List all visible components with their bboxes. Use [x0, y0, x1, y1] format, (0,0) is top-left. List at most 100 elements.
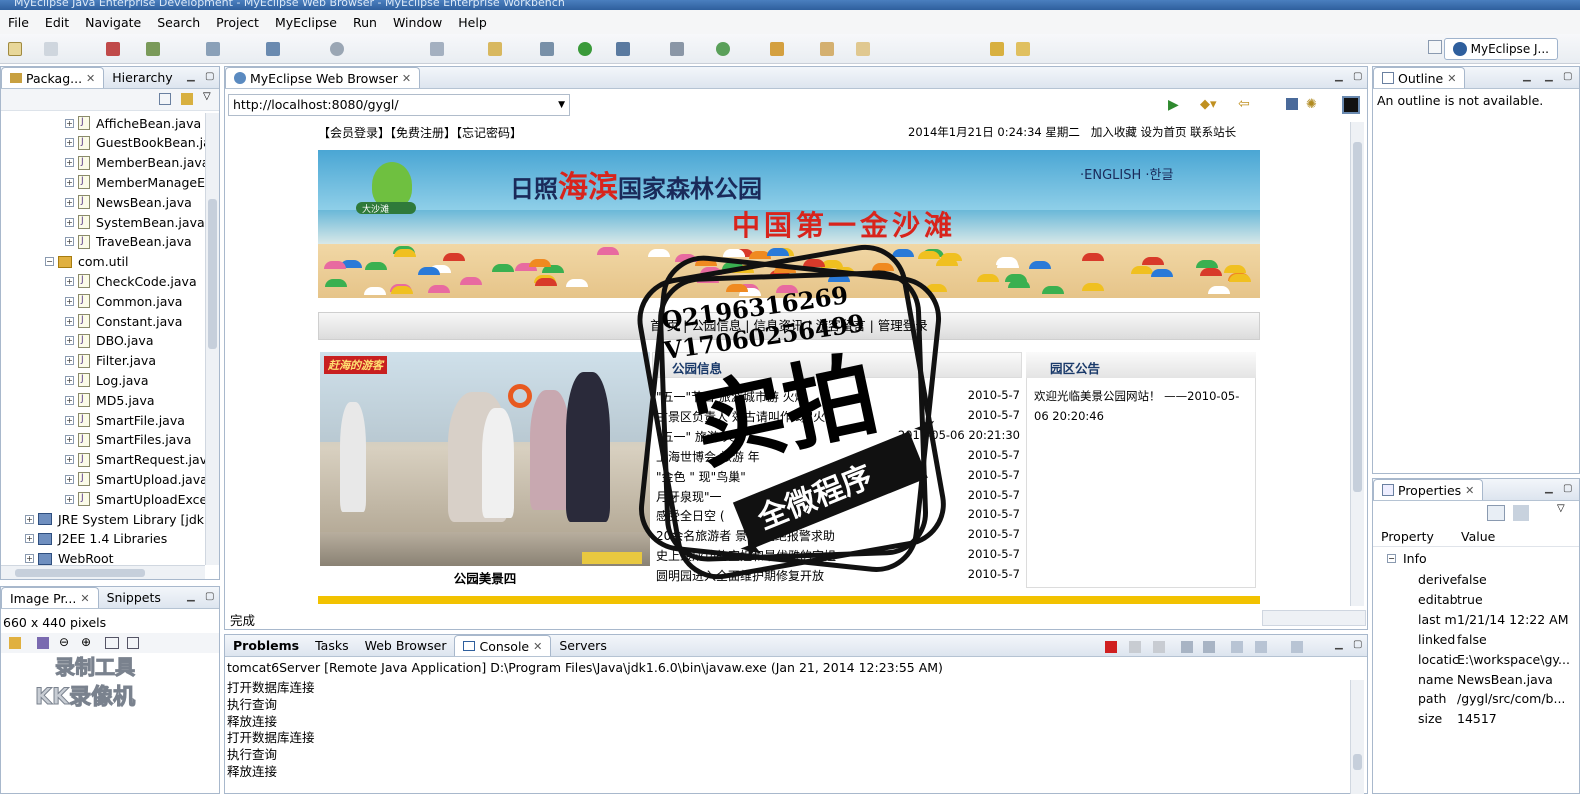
external-tools-icon[interactable]: [616, 42, 630, 56]
refresh-icon[interactable]: [716, 42, 730, 56]
zoom-out-icon[interactable]: ⊖: [59, 635, 69, 649]
tree-item[interactable]: + SmartFile.java: [65, 410, 185, 430]
go-icon[interactable]: ▶: [1168, 97, 1179, 113]
expand-icon[interactable]: +: [25, 514, 34, 524]
back-icon[interactable]: [990, 42, 1004, 56]
menu-myeclipse[interactable]: MyEclipse: [267, 15, 345, 30]
open-folder-icon[interactable]: [770, 42, 784, 56]
expand-icon[interactable]: +: [65, 237, 74, 247]
database-icon[interactable]: [266, 42, 280, 56]
close-icon[interactable]: ✕: [86, 72, 95, 85]
tree-item[interactable]: + MemberBean.java: [65, 153, 209, 173]
console-scrollbar[interactable]: [1350, 680, 1364, 794]
tree-item[interactable]: + J2EE 1.4 Libraries: [25, 529, 167, 549]
tree-item[interactable]: + SmartUploadExce: [65, 489, 207, 509]
close-icon[interactable]: ✕: [533, 640, 542, 653]
explorer-scrollbar[interactable]: [205, 113, 219, 565]
close-icon[interactable]: ✕: [1447, 72, 1456, 85]
run-icon[interactable]: [578, 42, 592, 56]
expand-icon[interactable]: +: [65, 415, 74, 425]
close-icon[interactable]: ✕: [402, 72, 411, 85]
forward-icon[interactable]: [1016, 42, 1030, 56]
build-icon[interactable]: [146, 42, 160, 56]
expand-icon[interactable]: +: [65, 118, 74, 128]
search-icon[interactable]: [670, 42, 684, 56]
maximize-icon[interactable]: ▢: [1353, 71, 1362, 82]
save-icon[interactable]: [44, 42, 58, 56]
tab-outline[interactable]: Outline ✕: [1373, 67, 1466, 88]
browser-icon[interactable]: [330, 42, 344, 56]
open-type-icon[interactable]: [430, 42, 444, 56]
property-row[interactable]: path/gygl/src/com/b...: [1418, 691, 1565, 706]
expand-icon[interactable]: +: [65, 316, 74, 326]
tree-item[interactable]: + Common.java: [65, 291, 182, 311]
expand-icon[interactable]: +: [65, 375, 74, 385]
expand-icon[interactable]: +: [25, 554, 34, 564]
tree-item[interactable]: + SmartRequest.jav: [65, 450, 207, 470]
maximize-icon[interactable]: ▢: [205, 71, 214, 82]
tree-item[interactable]: + JRE System Library [jdk1: [25, 509, 212, 529]
property-row[interactable]: derive false: [1418, 572, 1487, 587]
tree-item[interactable]: + Filter.java: [65, 351, 156, 371]
view-menu-icon[interactable]: ▽: [1557, 503, 1565, 514]
open-console-icon[interactable]: [1291, 641, 1303, 653]
new-class-icon[interactable]: [488, 42, 502, 56]
chevron-down-icon[interactable]: ▼: [558, 95, 565, 115]
property-row[interactable]: editab true: [1418, 592, 1483, 607]
minimize-icon[interactable]: ▁: [1523, 71, 1531, 82]
property-column-header[interactable]: Property: [1381, 529, 1434, 544]
tree-item[interactable]: + TraveBean.java: [65, 232, 192, 252]
deploy-icon[interactable]: [106, 42, 120, 56]
tab-package-explorer[interactable]: Packag... ✕: [1, 67, 105, 88]
collapse-icon[interactable]: −: [1387, 554, 1396, 563]
back-icon[interactable]: ◆▾: [1200, 97, 1217, 112]
close-icon[interactable]: ✕: [1465, 484, 1474, 497]
categories-icon[interactable]: [1487, 505, 1505, 521]
tab-web-browser-view[interactable]: Web Browser: [357, 635, 455, 656]
tree-item[interactable]: − com.util: [45, 252, 128, 272]
refresh-icon[interactable]: ✺: [1306, 97, 1317, 112]
pin-console-icon[interactable]: [1231, 641, 1243, 653]
tree-item[interactable]: + Log.java: [65, 370, 149, 390]
perspective-switcher[interactable]: MyEclipse J...: [1443, 38, 1558, 60]
tab-problems[interactable]: Problems: [225, 635, 307, 656]
tree-item[interactable]: + CheckCode.java: [65, 271, 197, 291]
remove-all-icon[interactable]: [1153, 641, 1165, 653]
tab-web-browser[interactable]: MyEclipse Web Browser ✕: [225, 67, 421, 88]
property-row[interactable]: last m 1/21/14 12:22 AM: [1418, 612, 1569, 627]
close-icon[interactable]: ✕: [80, 592, 89, 605]
clear-console-icon[interactable]: [1181, 641, 1193, 653]
explorer-hscrollbar[interactable]: [1, 565, 205, 579]
annotation-icon[interactable]: [856, 42, 870, 56]
fit-icon[interactable]: [37, 637, 49, 649]
remove-launch-icon[interactable]: [1129, 641, 1141, 653]
display-console-icon[interactable]: [1255, 641, 1267, 653]
tree-item[interactable]: + SmartFiles.java: [65, 430, 191, 450]
minimize-icon[interactable]: ▁: [1335, 639, 1343, 650]
tree-item[interactable]: + DBO.java: [65, 331, 153, 351]
minimize-icon[interactable]: ▁: [1335, 71, 1343, 82]
expand-icon[interactable]: −: [45, 257, 54, 267]
zoom-in-icon[interactable]: ⊕: [81, 635, 91, 649]
expand-icon[interactable]: +: [65, 395, 74, 405]
new-icon[interactable]: [8, 42, 22, 56]
link-with-editor-icon[interactable]: [181, 93, 193, 105]
terminate-icon[interactable]: [1105, 641, 1117, 653]
menu-window[interactable]: Window: [385, 15, 450, 30]
maximize-icon[interactable]: ▁: [1545, 71, 1553, 82]
tab-tasks[interactable]: Tasks: [307, 635, 357, 656]
tab-hierarchy[interactable]: Hierarchy: [104, 67, 180, 88]
minimize-icon[interactable]: ▁: [187, 71, 195, 82]
expand-icon[interactable]: +: [65, 158, 74, 168]
stop-icon[interactable]: [1286, 98, 1298, 110]
property-row[interactable]: linked false: [1418, 632, 1487, 647]
menu-edit[interactable]: Edit: [37, 15, 77, 30]
expand-icon[interactable]: +: [65, 138, 74, 148]
menu-help[interactable]: Help: [450, 15, 495, 30]
expand-icon[interactable]: +: [25, 534, 34, 544]
tab-properties[interactable]: Properties ✕: [1373, 479, 1484, 500]
maximize-icon[interactable]: ▢: [1563, 71, 1572, 82]
expand-icon[interactable]: +: [65, 494, 74, 504]
actual-size-icon[interactable]: [105, 637, 119, 649]
server-icon[interactable]: [206, 42, 220, 56]
